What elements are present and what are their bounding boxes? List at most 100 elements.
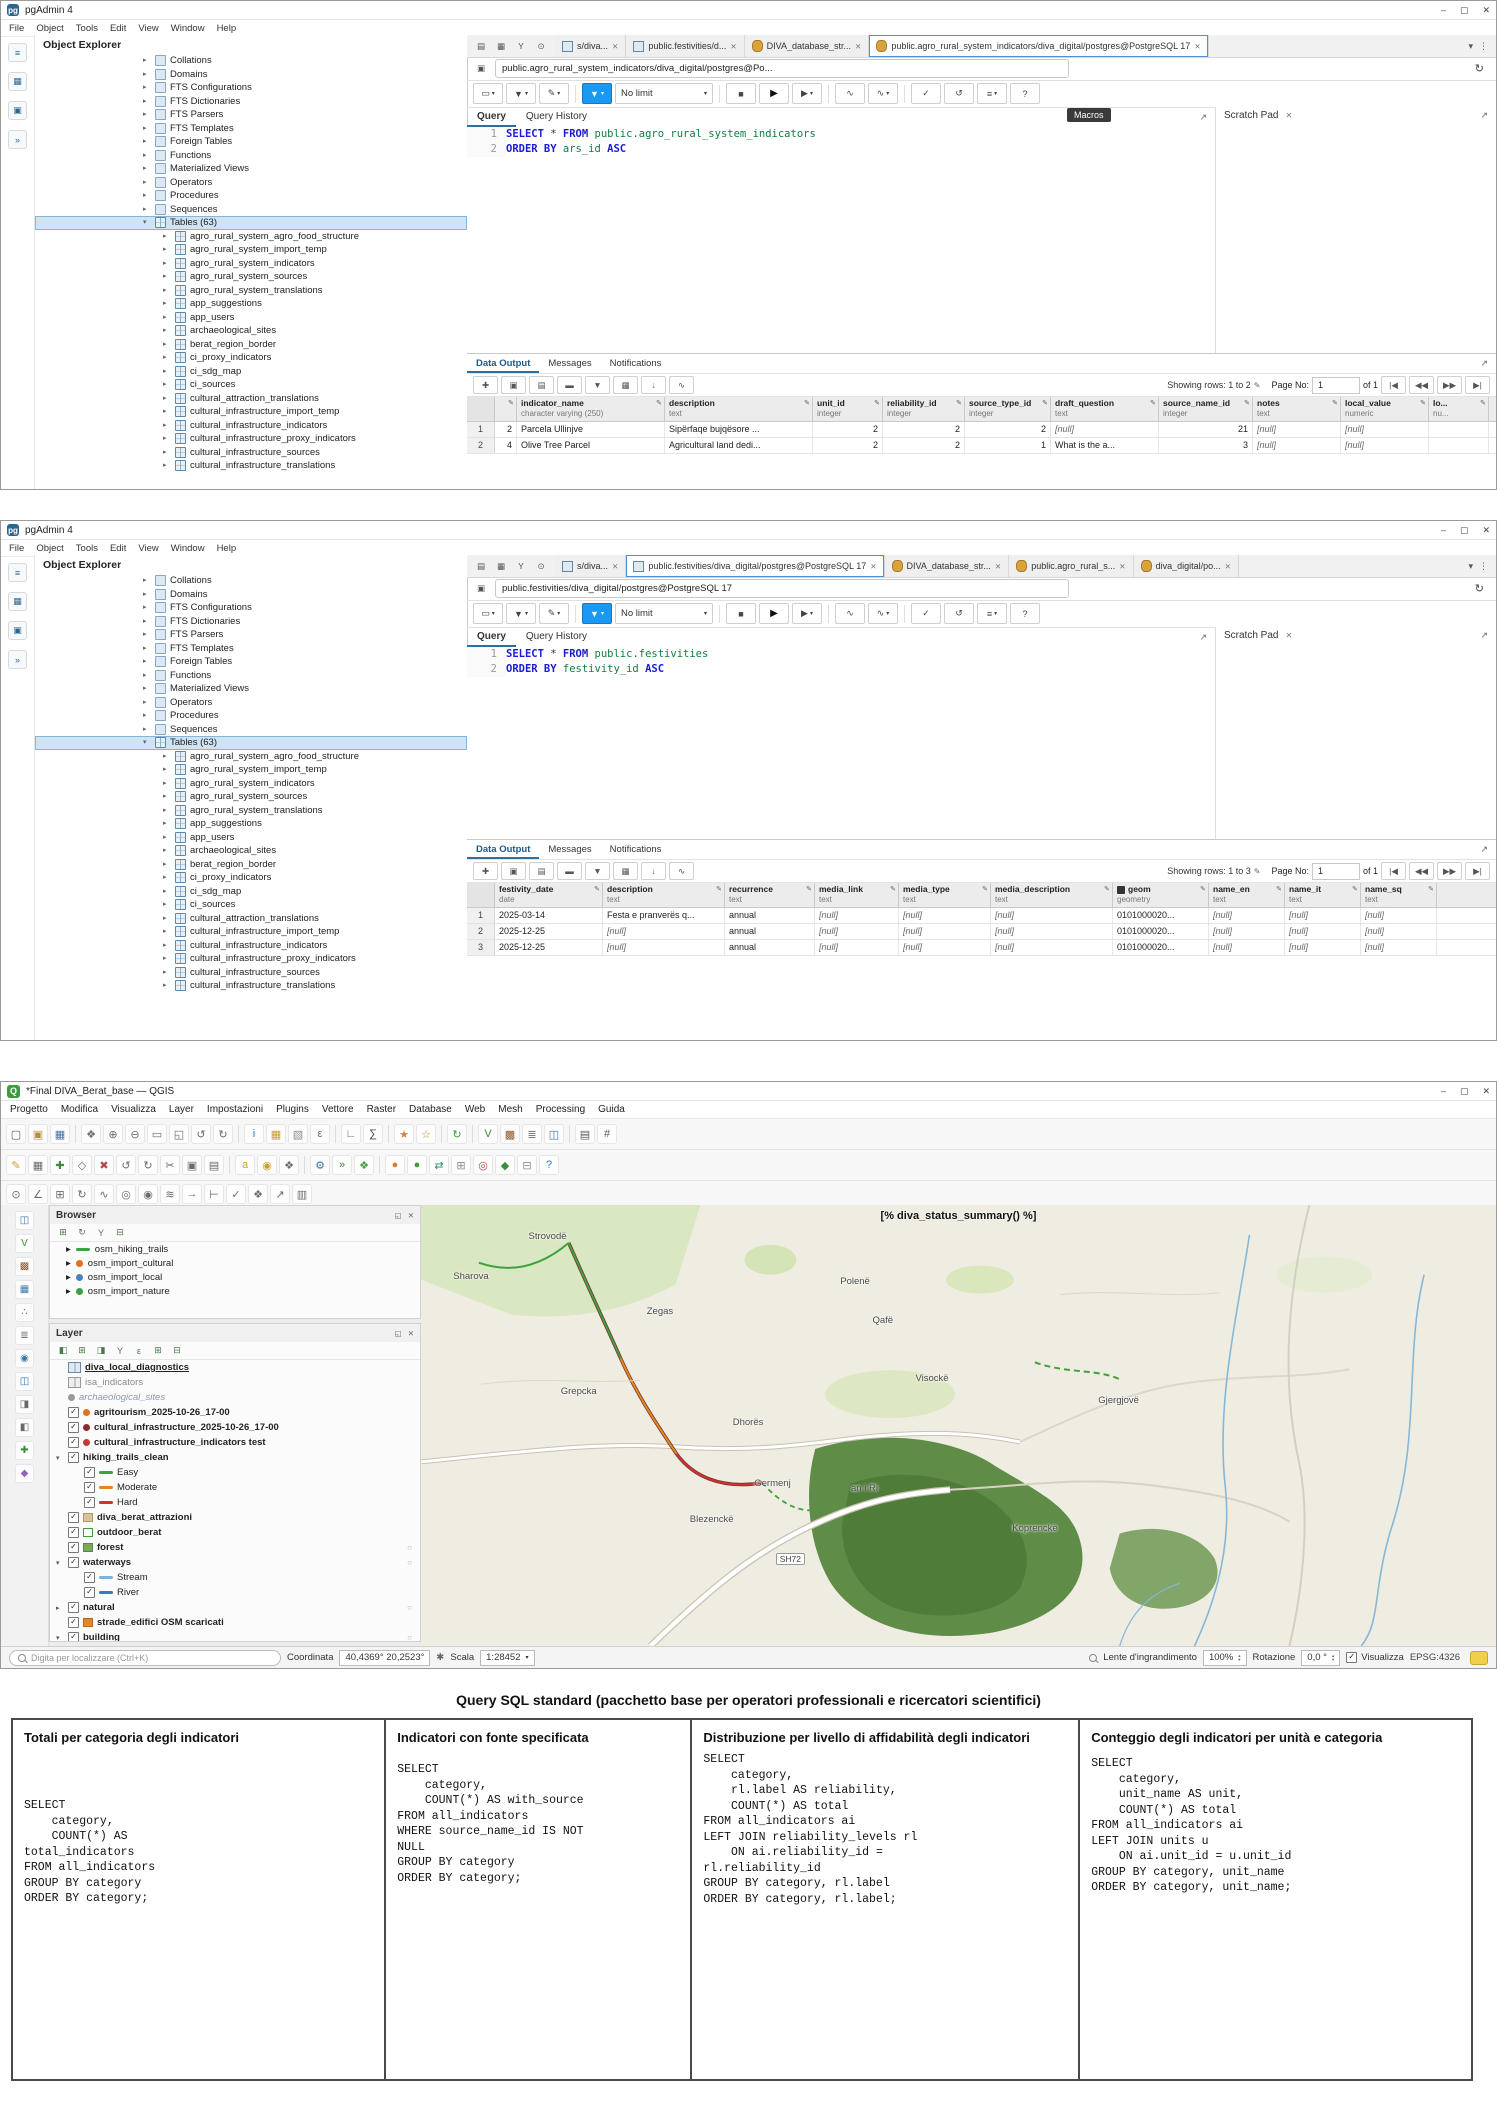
manage-map-themes[interactable]: ◨ [94, 1344, 108, 1358]
tree-item-archaeological-sites[interactable]: ▸archaeological_sites [35, 844, 467, 858]
edit-column-icon[interactable]: ✎ [594, 885, 600, 893]
edit-rows-icon[interactable]: ✎ [1254, 867, 1261, 876]
edit-column-icon[interactable]: ✎ [1332, 399, 1338, 407]
column-header-geom[interactable]: geomgeometry✎ [1113, 883, 1209, 907]
tree-item-collations[interactable]: ▸Collations [35, 574, 467, 588]
psql-tool-icon[interactable]: » [8, 130, 27, 149]
column-header-name-it[interactable]: name_ittext✎ [1285, 883, 1361, 907]
paste-rows-button[interactable]: ▤ [529, 862, 554, 880]
column-header-media-description[interactable]: media_descriptiontext✎ [991, 883, 1113, 907]
tree-item-agro-rural-system-import-temp[interactable]: ▸agro_rural_system_import_temp [35, 243, 467, 257]
commit-button[interactable]: ✓ [911, 83, 941, 104]
edit-rows-icon[interactable]: ✎ [1254, 381, 1261, 390]
tab-public-festivities-d[interactable]: public.festivities/d...✕ [626, 35, 744, 57]
results-grid[interactable]: festivity_datedate✎descriptiontext✎recur… [467, 883, 1496, 956]
sql-line[interactable]: 2ORDER BY ars_id ASC [467, 142, 1215, 157]
results-grid[interactable]: ✎indicator_namecharacter varying (250)✎d… [467, 397, 1496, 454]
layer-item-agritourism-2025-10-26-17-00[interactable]: ✓agritourism_2025-10-26_17-00 [50, 1405, 420, 1420]
browser-refresh[interactable]: ↻ [75, 1226, 89, 1240]
scale-select[interactable]: 1:28452▾ [480, 1650, 534, 1666]
sql-line[interactable]: 1SELECT * FROM public.agro_rural_system_… [467, 127, 1215, 142]
explain-analyze-button[interactable]: ∿▾ [868, 83, 898, 104]
save-data-button[interactable]: ▼ [585, 376, 610, 394]
grid-row[interactable]: 22025-12-25[null]annual[null][null][null… [467, 924, 1496, 940]
layer-checkbox[interactable]: ✓ [68, 1407, 79, 1418]
open-attribute-table[interactable]: ▤ [575, 1124, 595, 1144]
zoom-to-selection[interactable]: ◱ [169, 1124, 189, 1144]
tab-public-festivities-diva-digital-postgres-postgre[interactable]: public.festivities/diva_digital/postgres… [626, 555, 884, 577]
tree-item-cultural-infrastructure-import-temp[interactable]: ▸cultural_infrastructure_import_temp [35, 925, 467, 939]
tree-item-sequences[interactable]: ▸Sequences [35, 723, 467, 737]
tree-item-procedures[interactable]: ▸Procedures [35, 709, 467, 723]
layer-labeling[interactable]: a [235, 1155, 255, 1175]
add-postgis-layer[interactable]: ◫ [15, 1372, 34, 1391]
tree-item-fts-templates[interactable]: ▸FTS Templates [35, 122, 467, 136]
tree-item-cultural-attraction-translations[interactable]: ▸cultural_attraction_translations [35, 392, 467, 406]
connection-string[interactable]: public.agro_rural_system_indicators/diva… [495, 59, 1069, 78]
close-tab-icon[interactable]: ✕ [612, 562, 618, 571]
close-tab-icon[interactable]: ✕ [1194, 42, 1200, 51]
expand-editor-icon[interactable]: ↗ [1191, 632, 1215, 643]
tree-item-cultural-infrastructure-indicators[interactable]: ▸cultural_infrastructure_indicators [35, 419, 467, 433]
crs-indicator[interactable]: EPSG:4326 [1410, 1652, 1460, 1663]
close-tab-icon[interactable]: ✕ [855, 42, 861, 51]
layer-checkbox[interactable]: ✓ [68, 1632, 79, 1642]
data-source-manager-panel[interactable]: ◫ [15, 1211, 34, 1230]
menu-file[interactable]: File [9, 23, 24, 34]
sql-line[interactable]: 1SELECT * FROM public.festivities [467, 647, 1215, 662]
delete-rows-button[interactable]: ▬ [557, 376, 582, 394]
save-layer-edits[interactable]: ▦ [28, 1155, 48, 1175]
column-header-lo[interactable]: lo...nu...✎ [1429, 397, 1489, 421]
column-header-media-link[interactable]: media_linktext✎ [815, 883, 899, 907]
last-page-button[interactable]: ▶| [1465, 376, 1490, 394]
browser-add-layer[interactable]: ⊞ [56, 1226, 70, 1240]
menu-object[interactable]: Object [36, 23, 63, 34]
menu-view[interactable]: View [138, 23, 158, 34]
dashboard-tab-icon[interactable]: ▦ [493, 558, 509, 574]
copy-style[interactable]: ▥ [292, 1184, 312, 1204]
tree-item-ci-proxy-indicators[interactable]: ▸ci_proxy_indicators [35, 351, 467, 365]
tree-item-agro-rural-system-indicators[interactable]: ▸agro_rural_system_indicators [35, 257, 467, 271]
column-header-unit-id[interactable]: unit_idinteger✎ [813, 397, 883, 421]
tree-item-operators[interactable]: ▸Operators [35, 176, 467, 190]
menu-tools[interactable]: Tools [76, 23, 98, 34]
georeferencer[interactable]: ⊞ [451, 1155, 471, 1175]
layer-item-strade-edifici-osm-scaricati[interactable]: ✓strade_edifici OSM scaricati [50, 1615, 420, 1630]
titlebar[interactable]: Q *Final DIVA_Berat_base — QGIS – ▢ ✕ [1, 1082, 1496, 1101]
data-source-manager[interactable]: ◫ [544, 1124, 564, 1144]
edit-column-icon[interactable]: ✎ [508, 399, 514, 407]
qfield-sync[interactable]: ⇄ [429, 1155, 449, 1175]
explain-analyze-button[interactable]: ∿▾ [868, 603, 898, 624]
sql-editor[interactable]: 1SELECT * FROM public.agro_rural_system_… [467, 127, 1215, 354]
menu-plugins[interactable]: Plugins [276, 1104, 309, 1115]
row-limit-select[interactable]: No limit▾ [615, 603, 713, 624]
trim-extend[interactable]: ⊢ [204, 1184, 224, 1204]
open-file-button[interactable]: ▭▾ [473, 83, 503, 104]
edit-options-button[interactable]: ✎▾ [539, 603, 569, 624]
tree-item-functions[interactable]: ▸Functions [35, 149, 467, 163]
add-raster-layer[interactable]: ▩ [15, 1257, 34, 1276]
osm-download[interactable]: ● [385, 1155, 405, 1175]
column-header-recurrence[interactable]: recurrencetext✎ [725, 883, 815, 907]
layer-item-river[interactable]: ✓River [50, 1585, 420, 1600]
magnifier-input[interactable]: 100%▴▾ [1203, 1650, 1247, 1666]
reload-connection-icon[interactable]: ↻ [1475, 62, 1490, 75]
layer-item-isa-indicators[interactable]: isa_indicators [50, 1375, 420, 1390]
tab-menu-icon[interactable]: ⋮ [1479, 41, 1488, 52]
tree-item-ci-sources[interactable]: ▸ci_sources [35, 898, 467, 912]
query-tool-icon[interactable]: ▣ [8, 621, 27, 640]
edit-column-icon[interactable]: ✎ [1276, 885, 1282, 893]
zoom-out[interactable]: ⊖ [125, 1124, 145, 1144]
zoom-last[interactable]: ↺ [191, 1124, 211, 1144]
reshape-features[interactable]: → [182, 1184, 202, 1204]
edit-column-icon[interactable]: ✎ [890, 885, 896, 893]
maximize-button[interactable]: ▢ [1460, 1086, 1469, 1097]
layer-checkbox[interactable]: ✓ [68, 1602, 79, 1613]
layer-checkbox[interactable]: ✓ [68, 1452, 79, 1463]
edit-column-icon[interactable]: ✎ [1420, 399, 1426, 407]
python-console[interactable]: » [332, 1155, 352, 1175]
column-header-description[interactable]: descriptiontext✎ [665, 397, 813, 421]
expand-scratch-icon[interactable]: ↗ [1480, 630, 1488, 641]
close-tab-icon[interactable]: ✕ [995, 562, 1001, 571]
tree-item-app-users[interactable]: ▸app_users [35, 831, 467, 845]
